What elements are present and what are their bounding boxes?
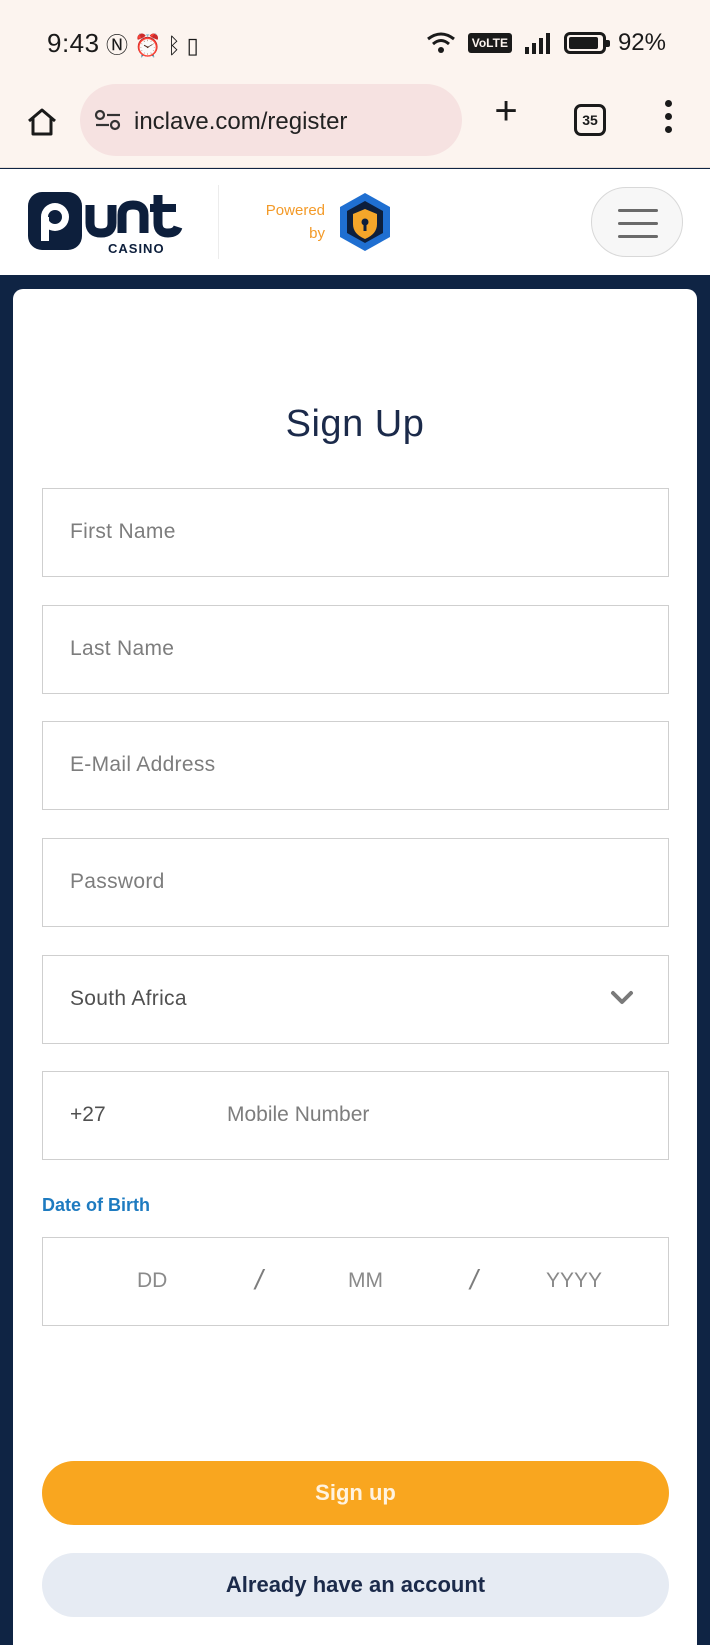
wifi-icon (426, 32, 455, 53)
vibrate-icon: ▯ (186, 33, 205, 58)
bluetooth-icon: ᛒ (167, 33, 187, 58)
page-title: Sign Up (285, 403, 425, 445)
signal-icon (524, 33, 550, 54)
status-bar: 9:43 Ⓝ⏰ᛒ▯ VoLTE 92% (0, 0, 710, 82)
mobile-placeholder: Mobile Number (227, 1103, 370, 1126)
punt-casino-logo[interactable]: CASINO (26, 187, 196, 259)
battery-percent: 92% (617, 29, 666, 56)
phone-prefix: +27 (70, 1103, 106, 1126)
hamburger-line-icon (618, 209, 658, 212)
powered-line: Powered (265, 202, 325, 219)
email-placeholder: E-Mail Address (70, 753, 216, 776)
site-menu-button[interactable] (591, 187, 683, 257)
hamburger-line-icon (618, 235, 658, 238)
tab-switcher-button[interactable]: 35 (574, 104, 606, 136)
password-placeholder: Password (70, 870, 165, 893)
volte-badge: VoLTE (467, 33, 512, 53)
sign-up-button[interactable]: Sign up (42, 1461, 669, 1525)
status-right: VoLTE 92% (426, 26, 666, 60)
hamburger-line-icon (618, 222, 658, 225)
browser-toolbar: inclave.com/register + 35 (0, 82, 710, 168)
powered-by-text: Powered by (250, 199, 325, 245)
header-divider (218, 185, 219, 259)
new-tab-button[interactable]: + (488, 91, 524, 132)
password-field[interactable]: Password (42, 838, 669, 927)
email-field[interactable]: E-Mail Address (42, 721, 669, 810)
site-header: CASINO Powered by (0, 169, 710, 275)
home-button[interactable] (22, 102, 62, 142)
first-name-field[interactable]: First Name (42, 488, 669, 577)
dob-separator: / (470, 1264, 478, 1295)
country-value: South Africa (70, 987, 187, 1010)
home-icon (28, 108, 56, 136)
status-icons-left: Ⓝ⏰ᛒ▯ (106, 28, 205, 60)
already-have-account-button[interactable]: Already have an account (42, 1553, 669, 1617)
logo-sub-text: CASINO (108, 241, 165, 256)
nfc-icon: Ⓝ (106, 33, 135, 58)
dob-month-input[interactable]: MM (348, 1269, 383, 1293)
battery-icon (563, 32, 610, 54)
shield-lock-logo (340, 193, 390, 251)
signup-card: Sign Up First Name Last Name E-Mail Addr… (13, 289, 697, 1645)
dob-day-input[interactable]: DD (137, 1269, 167, 1293)
menu-dot-icon (664, 126, 672, 133)
dob-year-input[interactable]: YYYY (546, 1269, 602, 1293)
menu-dot-icon (664, 113, 672, 120)
first-name-placeholder: First Name (70, 520, 176, 543)
site-settings-icon (94, 109, 121, 131)
by-line: by (309, 225, 325, 242)
url-text: inclave.com/register (134, 108, 348, 135)
chevron-down-icon (611, 991, 633, 1004)
browser-menu-button[interactable] (662, 100, 674, 140)
dob-label: Date of Birth (42, 1195, 150, 1215)
dob-separator: / (255, 1264, 263, 1295)
battery-level (568, 37, 599, 49)
address-bar[interactable]: inclave.com/register (80, 84, 462, 156)
country-select[interactable]: South Africa (42, 955, 669, 1044)
last-name-placeholder: Last Name (70, 637, 175, 660)
status-time: 9:43 (47, 28, 100, 58)
mobile-field[interactable]: +27 Mobile Number (42, 1071, 669, 1160)
alarm-icon: ⏰ (134, 33, 168, 58)
last-name-field[interactable]: Last Name (42, 605, 669, 694)
menu-dot-icon (664, 100, 672, 107)
dob-field: DD / MM / YYYY (42, 1237, 669, 1326)
